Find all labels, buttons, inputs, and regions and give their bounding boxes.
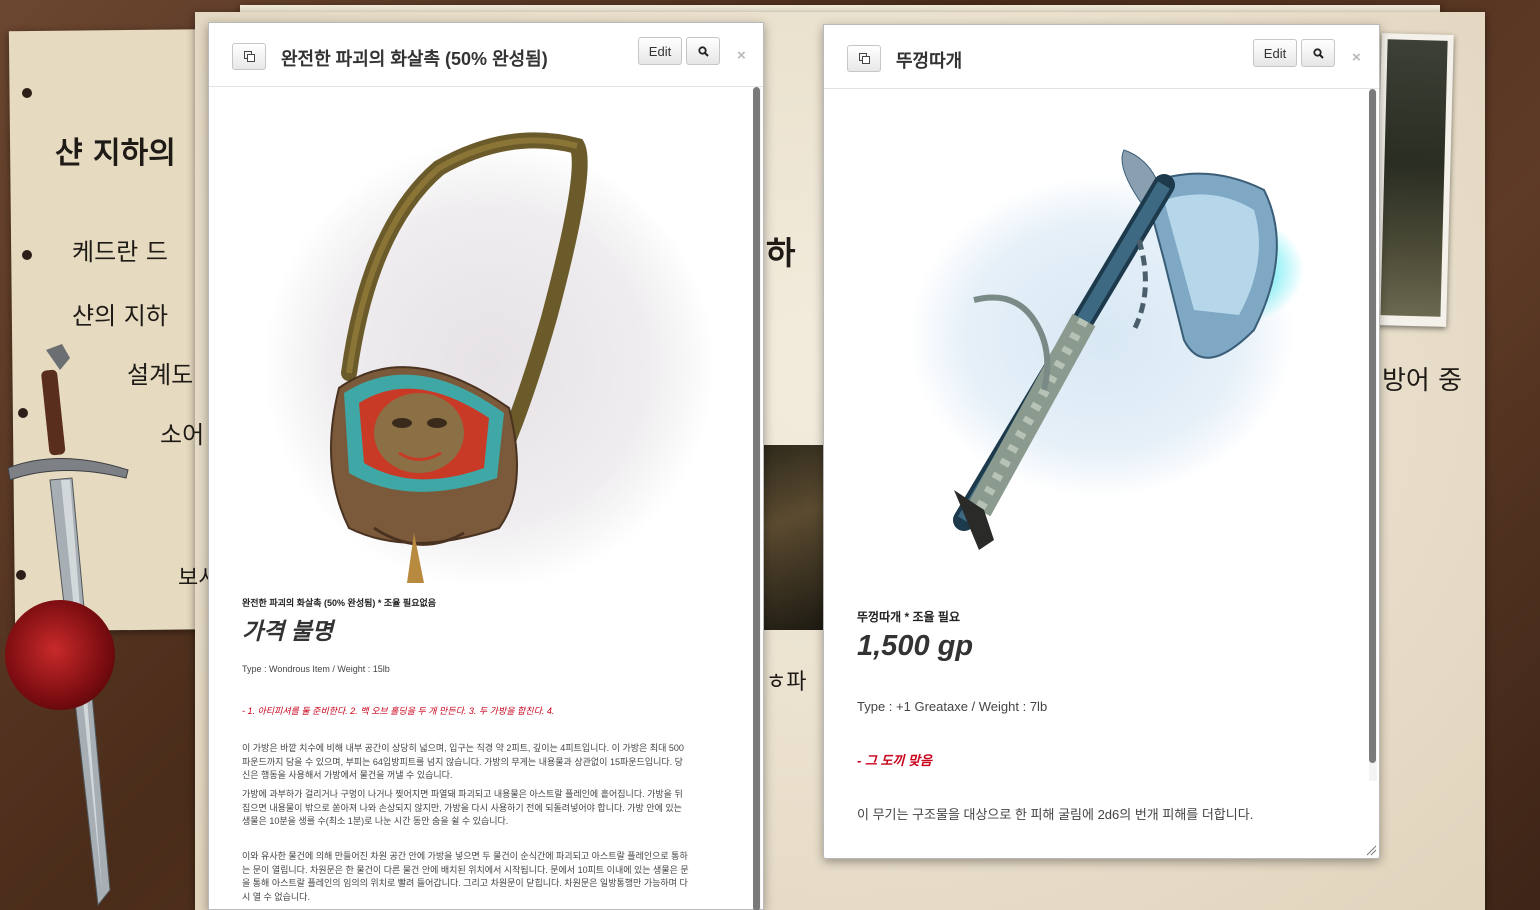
item-price: 1,500 gp <box>857 630 974 662</box>
window-title: 완전한 파괴의 화살촉 (50% 완성됨) <box>281 49 548 69</box>
window-content: 완전한 파괴의 화살촉 (50% 완성됨) * 조율 필요없음 가격 불명 Ty… <box>209 88 763 909</box>
bg-note: 샨 지하의 <box>55 136 176 171</box>
window-titlebar[interactable]: 완전한 파괴의 화살촉 (50% 완성됨) Edit × <box>209 23 763 87</box>
paper-hole <box>22 250 32 260</box>
bg-note: ㅎ파 <box>766 670 807 695</box>
search-icon <box>1312 47 1324 59</box>
popout-icon <box>243 51 255 62</box>
edit-button[interactable]: Edit <box>1253 39 1297 67</box>
item-window-greataxe[interactable]: 뚜껑따개 Edit × 뚜껑따개 * 조율 필요 1,500 gp Type:… <box>823 24 1380 859</box>
item-line: 뚜껑따개 * 조율 필요 <box>857 610 960 624</box>
background-photo <box>763 445 825 630</box>
item-window-arrowhead[interactable]: 완전한 파괴의 화살촉 (50% 완성됨) Edit × 완전한 파괴의 화살촉… <box>208 22 764 910</box>
search-icon <box>697 45 709 57</box>
background-photo-frame <box>1374 33 1454 327</box>
item-meta: Type : +1 Greataxe / Weight : 7lb <box>857 699 1048 714</box>
item-paragraph: 이 가방은 바깥 치수에 비해 내부 공간이 상당히 넓으며, 입구는 직경 약… <box>242 743 684 780</box>
item-recipe: - 그 도끼 맞음 <box>857 753 932 768</box>
close-icon[interactable]: × <box>1352 49 1361 66</box>
bg-note: 방어 중 <box>1382 366 1463 396</box>
window-title: 뚜껑따개 <box>896 51 963 71</box>
close-icon[interactable]: × <box>737 47 746 64</box>
item-description: 이 무기는 구조물을 대상으로 한 피해 굴림에 2d6의 번개 피해를 더합니… <box>857 807 1254 822</box>
scrollbar-thumb[interactable] <box>753 87 760 910</box>
greataxe-illustration <box>908 149 1304 550</box>
edit-button[interactable]: Edit <box>638 37 682 65</box>
item-paragraph: 이와 유사한 물건에 의해 만들어진 차원 공간 안에 가방을 넣으면 두 물건… <box>242 851 689 902</box>
item-meta: Type : Wondrous Item / Weight : 15lb <box>242 664 390 674</box>
item-paragraph: 가방에 과부하가 걸리거나 구멍이 나거나 찢어지면 파열돼 파괴되고 내용물은… <box>242 789 683 826</box>
bg-note: 케드란 드 <box>72 238 168 266</box>
item-recipe: - 1. 아티피셔를 둘 준비한다. 2. 백 오브 홀딩을 두 개 만든다. … <box>242 706 555 716</box>
bg-note: 소어 <box>160 421 205 449</box>
search-button[interactable] <box>1301 39 1335 67</box>
rose-illustration <box>5 600 115 710</box>
bag-illustration <box>263 132 716 589</box>
item-line: 완전한 파괴의 화살촉 (50% 완성됨) * 조율 필요없음 <box>242 598 437 608</box>
bg-note: 하 <box>766 234 796 272</box>
resize-grip-icon[interactable] <box>1365 844 1377 856</box>
window-titlebar[interactable]: 뚜껑따개 Edit × <box>824 25 1379 89</box>
popout-button[interactable] <box>847 45 881 72</box>
scrollbar-thumb[interactable] <box>1369 89 1376 763</box>
search-button[interactable] <box>686 37 720 65</box>
window-content: 뚜껑따개 * 조율 필요 1,500 gp Type : +1 Greataxe… <box>824 90 1379 858</box>
item-price: 가격 불명 <box>242 618 334 644</box>
bg-note: 샨의 지하 <box>72 302 168 330</box>
popout-icon <box>858 53 870 64</box>
paper-hole <box>22 88 32 98</box>
popout-button[interactable] <box>232 43 266 70</box>
